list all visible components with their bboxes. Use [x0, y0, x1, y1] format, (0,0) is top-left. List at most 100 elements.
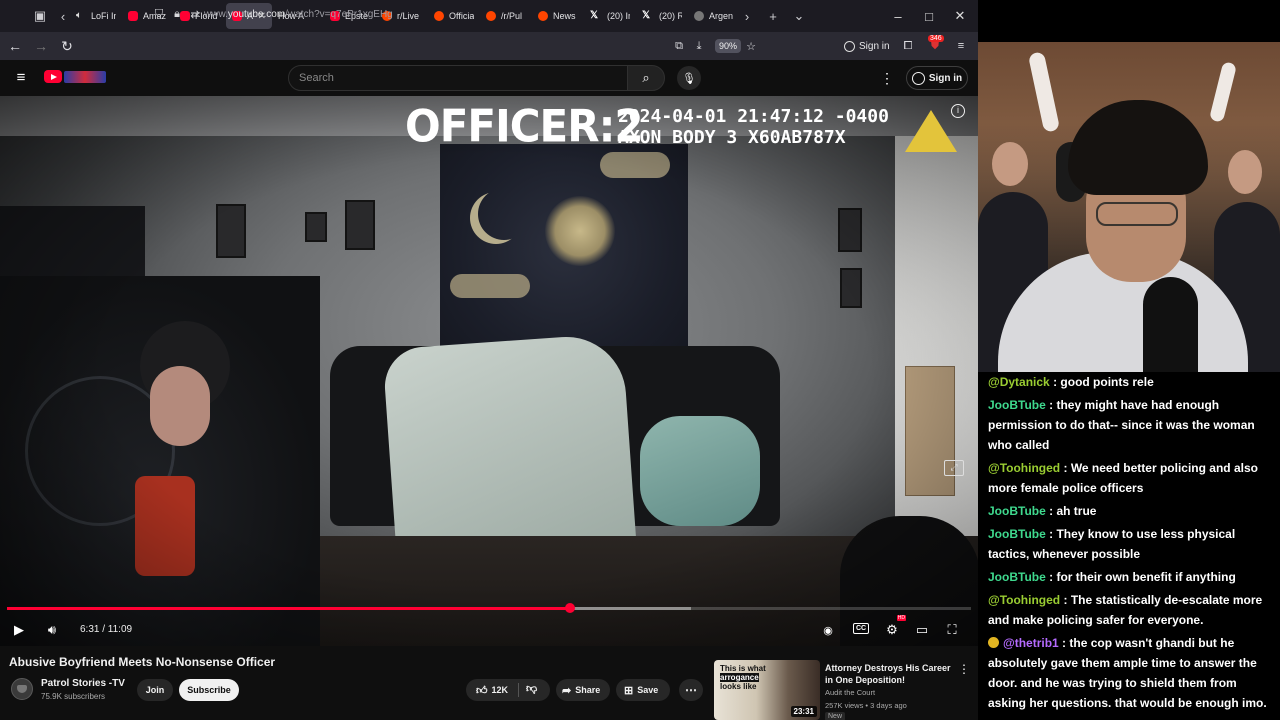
tab-overview-icon[interactable]: ▣: [24, 0, 56, 32]
shield-icon[interactable]: ⛉: [150, 3, 168, 25]
channel-avatar[interactable]: [11, 678, 33, 700]
bookmark-star-icon[interactable]: ☆: [742, 37, 760, 55]
recommendation-meta: 257K views • 3 days ago: [825, 701, 907, 710]
browser-menu-icon[interactable]: ≡: [952, 37, 970, 55]
webcam-microphone: [1143, 277, 1198, 372]
save-label: Save: [637, 685, 659, 695]
share-button[interactable]: ➦ Share: [556, 679, 610, 701]
chat-username[interactable]: JooBTube: [988, 527, 1046, 541]
join-button[interactable]: Join: [137, 679, 173, 701]
tab-favicon-icon: 🔈︎: [76, 10, 82, 21]
more-actions-icon[interactable]: ⋯: [679, 679, 703, 701]
webcam-person-head: [1228, 150, 1262, 194]
scene-vignette: [0, 96, 978, 646]
picture-in-picture-icon[interactable]: ⧉: [670, 37, 688, 55]
axon-logo: [905, 110, 957, 152]
fullscreen-icon[interactable]: ⛶: [942, 618, 962, 642]
guide-menu-icon[interactable]: ≡: [12, 69, 30, 87]
chat-username[interactable]: @Toohinged: [988, 593, 1060, 607]
new-badge: New: [825, 712, 846, 720]
chat-message: JooBTube : they might have had enough pe…: [988, 395, 1274, 455]
lock-icon[interactable]: 🔒︎: [168, 3, 186, 25]
autoplay-toggle[interactable]: ◉: [818, 618, 838, 642]
recommendation-duration: 23:31: [790, 706, 817, 717]
account-icon: [844, 40, 855, 52]
chat-message: JooBTube : for their own benefit if anyt…: [988, 567, 1274, 587]
reload-icon[interactable]: ↻: [54, 32, 80, 60]
webcam-raised-hand: [1208, 61, 1238, 123]
save-button[interactable]: ⊞ Save: [616, 679, 670, 701]
search-input[interactable]: Search: [288, 65, 628, 91]
bodycam-officer-label: OFFICER:2: [405, 100, 644, 153]
search-icon: ⌕: [642, 70, 650, 85]
forward-icon[interactable]: →: [28, 32, 54, 60]
recommendation-channel[interactable]: Audit the Court: [825, 688, 875, 697]
like-icon[interactable]: 👍︎: [476, 684, 488, 697]
recommendation-title[interactable]: Attorney Destroys His Career in One Depo…: [825, 662, 955, 686]
chat-separator: :: [1058, 636, 1070, 650]
voice-search-button[interactable]: 🎙︎: [677, 66, 701, 90]
minimize-icon[interactable]: –: [882, 0, 914, 32]
youtube-sign-in-button[interactable]: Sign in: [906, 66, 968, 90]
play-button[interactable]: ▶: [10, 618, 28, 642]
browser-tab[interactable]: 🔈︎ LoFi In: [70, 3, 122, 29]
subtitles-button[interactable]: CC: [853, 623, 870, 634]
browser-window: ▣ ‹ 🔈︎LoFi InAmazFloridAb✕How AEpster/Li…: [0, 0, 978, 720]
tab-favicon-icon: [128, 11, 138, 21]
chat-message: @Toohinged : The statistically de-escala…: [988, 590, 1274, 630]
navigation-bar: ← → ↻: [0, 32, 978, 60]
search-button[interactable]: ⌕: [627, 65, 665, 91]
thumbnail-caption-c: looks like: [720, 682, 757, 691]
chat-username[interactable]: JooBTube: [988, 504, 1046, 518]
video-player[interactable]: OFFICER:2 2024-04-01 21:47:12 -0400 AXON…: [0, 96, 978, 646]
chat-separator: :: [1045, 527, 1057, 541]
chat-separator: :: [1045, 570, 1057, 584]
permissions-icon[interactable]: ⇄: [186, 3, 204, 25]
youtube-header: ≡ Search ⌕ 🎙︎ ⋮ Sign in: [0, 60, 978, 96]
tab-scroll-left-icon[interactable]: ‹: [56, 0, 70, 32]
tab-list-chevron-icon[interactable]: ⌄: [786, 0, 812, 32]
zoom-level[interactable]: 90%: [715, 39, 742, 53]
miniplayer-icon[interactable]: ▭: [912, 618, 932, 642]
chat-username[interactable]: @thetrib1: [1003, 636, 1059, 650]
time-display: 6:31 / 11:09: [80, 624, 133, 635]
volume-icon[interactable]: 🔊︎: [42, 618, 62, 642]
back-icon[interactable]: ←: [2, 32, 28, 60]
info-icon[interactable]: i: [951, 104, 965, 118]
chat-text: ah true: [1056, 504, 1097, 518]
chat-username[interactable]: @Dytanick: [988, 375, 1050, 389]
browser-sign-in[interactable]: Sign in: [844, 37, 890, 55]
chat-message: @Toohinged : We need better policing and…: [988, 458, 1274, 498]
url-prefix: www.: [204, 8, 228, 20]
share-label: Share: [575, 685, 601, 695]
more-options-icon[interactable]: ⋮: [880, 68, 894, 88]
progress-scrubber[interactable]: [564, 603, 575, 613]
chat-separator: :: [1049, 375, 1061, 389]
recommendation-thumbnail[interactable]: This is what arrogance looks like 23:31: [714, 660, 820, 720]
address-bar[interactable]: ⛉ 🔒︎ ⇄ www. youtube.com/watch?v=q7ePr1xgE…: [150, 3, 770, 25]
channel-name[interactable]: Patrol Stories -TV: [41, 678, 125, 689]
subscriber-count: 75.9K subscribers: [41, 692, 106, 701]
dislike-icon[interactable]: 👎︎: [526, 682, 537, 695]
bodycam-timestamp: 2024-04-01 21:47:12 -0400 AXON BODY 3 X6…: [618, 106, 889, 148]
settings-button[interactable]: ⚙ HD: [882, 615, 906, 642]
close-window-icon[interactable]: ✕: [944, 0, 976, 32]
recommendation-menu-icon[interactable]: ⋮: [958, 662, 970, 676]
youtube-doodle-logo[interactable]: [64, 71, 106, 83]
download-page-icon[interactable]: ⤓: [690, 37, 708, 55]
chat-username[interactable]: @Toohinged: [988, 461, 1060, 475]
chat-username[interactable]: JooBTube: [988, 570, 1046, 584]
chat-separator: :: [1060, 593, 1071, 607]
card-teaser-icon[interactable]: ⤢: [944, 460, 964, 476]
thumbnail-caption-a: This is what: [720, 664, 766, 673]
chat-message: JooBTube : ah true: [988, 501, 1274, 521]
webcam-person-head: [992, 142, 1028, 186]
like-count[interactable]: 12K: [492, 685, 509, 695]
extensions-icon[interactable]: ⧠: [899, 37, 917, 55]
subscribe-button[interactable]: Subscribe: [179, 679, 239, 701]
youtube-logo[interactable]: [44, 70, 62, 83]
chat-separator: :: [1045, 398, 1057, 412]
progress-bar[interactable]: [7, 603, 971, 613]
maximize-icon[interactable]: □: [913, 0, 945, 32]
chat-username[interactable]: JooBTube: [988, 398, 1046, 412]
